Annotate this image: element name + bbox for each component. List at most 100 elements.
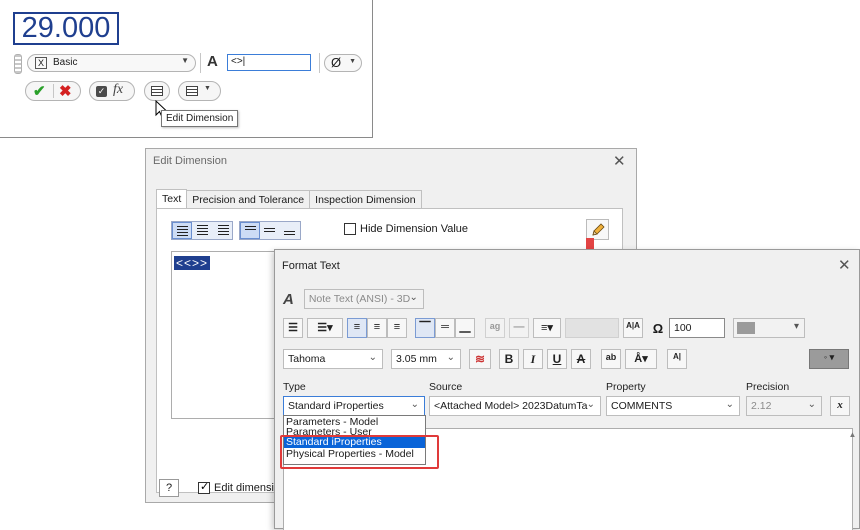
style-select-value: Basic [53, 57, 78, 68]
close-icon[interactable]: ✕ [613, 154, 626, 169]
type-option-parameters-model[interactable]: Parameters - Model [284, 416, 425, 428]
valign-middle-button[interactable]: ═ [435, 318, 455, 338]
bullet-list-button[interactable]: ☰ [283, 318, 303, 338]
chevron-down-icon: ⌄ [409, 292, 418, 303]
insert-symbol-button[interactable]: Å▾ [625, 349, 657, 369]
toolbar-grip-handle[interactable] [14, 54, 22, 74]
width-scale-input[interactable]: 100 [669, 318, 725, 338]
align-bottom-icon [284, 231, 295, 236]
help-button[interactable]: ? [159, 479, 179, 497]
align-right-button[interactable] [212, 222, 232, 239]
text-style-select[interactable]: Note Text (ANSI) - 3D ⌄ [303, 289, 424, 309]
numbered-list-icon: ☰▾ [317, 322, 333, 334]
tab-bar: Text Precision and Tolerance Inspection … [156, 189, 422, 209]
precision-select[interactable]: 2.12 ⌄ [746, 396, 822, 416]
fit-icon: A|A [626, 321, 640, 330]
align-center-button[interactable]: ≡ [367, 318, 387, 338]
dialog-title: Format Text [282, 260, 340, 272]
hide-dimension-value-checkbox[interactable]: Hide Dimension Value [344, 223, 468, 235]
fit-button[interactable]: A|A [623, 318, 643, 338]
property-label: Property [606, 381, 646, 393]
diameter-icon: Ø [331, 55, 342, 70]
edit-dimension-checkbox[interactable]: Edit dimension [198, 480, 286, 494]
stack-button[interactable]: ag [485, 318, 505, 338]
dimension-text-area[interactable]: <<>> [171, 251, 277, 419]
edit-dimension-button[interactable] [144, 81, 170, 101]
align-top-button[interactable] [240, 222, 260, 239]
align-bottom-button[interactable] [280, 222, 300, 239]
dimension-value[interactable]: 29.000 [13, 12, 119, 45]
tab-precision-and-tolerance[interactable]: Precision and Tolerance [186, 190, 311, 209]
strikethrough-icon: A [576, 352, 586, 366]
font-value: Tahoma [288, 353, 326, 365]
fx-button[interactable]: ✓ fx [89, 81, 135, 101]
case-button[interactable]: ab [601, 349, 621, 369]
checkbox-icon: ✓ [96, 86, 107, 97]
line-spacing-button[interactable]: ≡▾ [533, 318, 561, 338]
options-menu-button[interactable]: ▼ [178, 81, 221, 101]
toolbar-divider [319, 53, 320, 73]
align-center-button[interactable] [192, 222, 212, 239]
function-fx-icon: fx [113, 82, 124, 97]
color-select[interactable]: ▾ [733, 318, 805, 338]
scroll-up-icon[interactable]: ▲ [848, 430, 857, 439]
bold-button[interactable]: B [499, 349, 519, 369]
chevron-down-icon: ⌄ [368, 352, 377, 363]
source-select-value: <Attached Model> 2023DatumTa [434, 400, 588, 412]
scrollbar[interactable]: ▲ [848, 430, 857, 490]
source-label: Source [429, 381, 463, 393]
align-left-button[interactable]: ≡ [347, 318, 367, 338]
checkbox-box[interactable] [344, 223, 356, 235]
format-text-button[interactable] [586, 219, 609, 240]
background-color-button[interactable]: ◦ ▾ [809, 349, 849, 369]
text-format-icon[interactable]: A [207, 53, 218, 70]
text-style-icon: A [283, 290, 294, 308]
align-middle-button[interactable] [260, 222, 280, 239]
font-size-select[interactable]: 3.05 mm ⌄ [391, 349, 461, 369]
align-left-button[interactable] [172, 222, 192, 239]
add-parameter-button[interactable]: x [830, 396, 850, 416]
underline-button[interactable]: U [547, 349, 567, 369]
font-row: Tahoma ⌄ 3.05 mm ⌄ ≋ B I U A ab Å▾ A| ◦ … [283, 349, 853, 369]
cancel-x-icon[interactable]: ✖ [59, 82, 72, 100]
hide-dimension-value-label: Hide Dimension Value [360, 223, 469, 235]
symbol-select[interactable]: Ø ▼ [324, 54, 362, 72]
layers-button[interactable]: ≋ [469, 349, 491, 369]
type-select[interactable]: Standard iProperties ⌄ [283, 396, 425, 416]
tab-inspection-dimension[interactable]: Inspection Dimension [309, 190, 422, 209]
close-icon[interactable]: ✕ [838, 258, 851, 273]
tab-text[interactable]: Text [156, 189, 188, 209]
valign-bottom-icon: ⎽ [459, 321, 471, 333]
strikethrough-button[interactable]: A [571, 349, 591, 369]
dimension-text-input[interactable]: <>| [227, 54, 311, 71]
align-right-button[interactable]: ≡ [387, 318, 407, 338]
property-select[interactable]: COMMENTS ⌄ [606, 396, 740, 416]
line-button[interactable]: — [509, 318, 529, 338]
font-select[interactable]: Tahoma ⌄ [283, 349, 383, 369]
type-select-value: Standard iProperties [288, 400, 384, 412]
width-scale-value: 100 [674, 322, 692, 334]
paragraph-format-row: ☰ ☰▾ ≡ ≡ ≡ ⎺ ═ ⎽ ag — ≡▾ A|A Ω 100 ▾ [283, 318, 805, 338]
chevron-down-icon: ⌄ [446, 352, 455, 363]
spacing-value-field[interactable] [565, 318, 619, 338]
source-select[interactable]: <Attached Model> 2023DatumTa ⌄ [429, 396, 601, 416]
tooltip: Edit Dimension [161, 110, 239, 127]
chevron-down-icon: ▼ [204, 85, 211, 92]
checkbox-box[interactable] [198, 480, 210, 494]
toolbar-divider [200, 53, 201, 73]
numbered-list-button[interactable]: ☰▾ [307, 318, 343, 338]
italic-button[interactable]: I [523, 349, 543, 369]
valign-bottom-button[interactable]: ⎽ [455, 318, 475, 338]
width-scale-icon: Ω [652, 320, 664, 336]
valign-top-button[interactable]: ⎺ [415, 318, 435, 338]
pencil-icon [591, 223, 605, 236]
bullet-list-icon: ☰ [288, 322, 298, 334]
field-button[interactable]: A| [667, 349, 687, 369]
chevron-down-icon: ⌄ [586, 399, 595, 410]
field-icon: A| [672, 352, 681, 361]
align-right-icon: ≡ [393, 321, 401, 333]
line-icon: — [513, 321, 525, 333]
ok-checkmark-icon[interactable]: ✔ [33, 82, 46, 100]
align-middle-icon [264, 228, 275, 233]
dimension-style-select[interactable]: X Basic ▼ [27, 54, 196, 72]
